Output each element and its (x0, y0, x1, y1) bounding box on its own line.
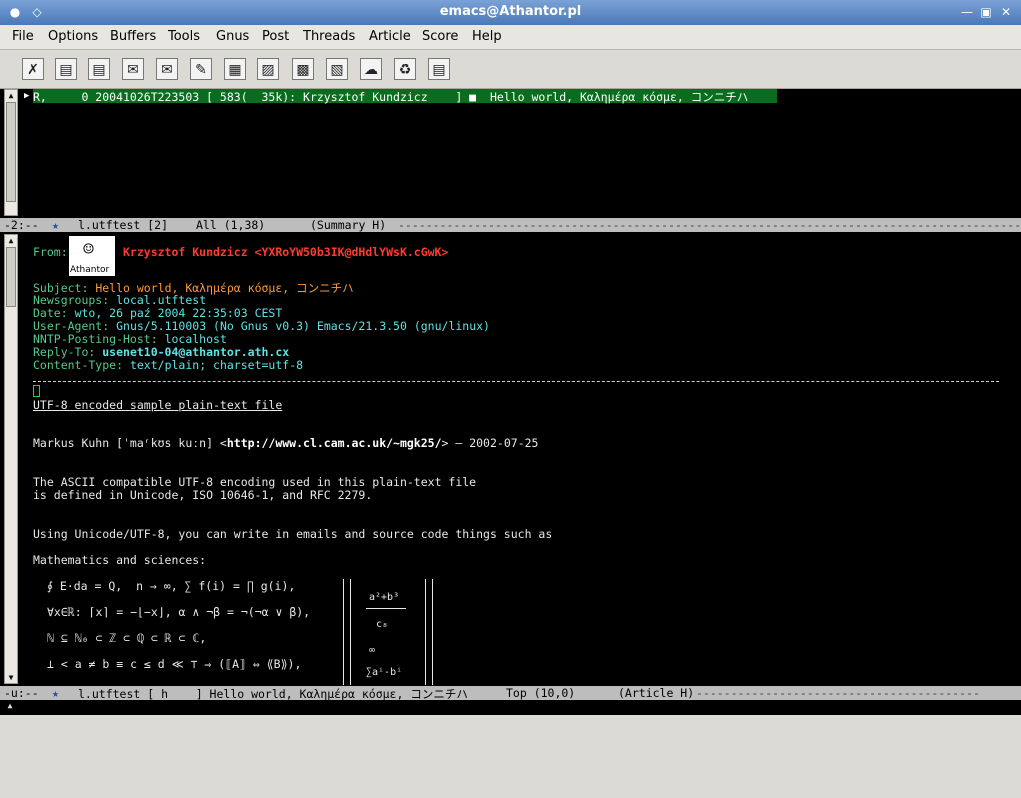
fraction-bar (366, 608, 406, 609)
gnus-icon: ★ (52, 218, 59, 232)
menu-article[interactable]: Article (369, 29, 411, 44)
menu-buffers[interactable]: Buffers (110, 29, 156, 44)
formula-sum: ∑aⁱ-bⁱ (366, 667, 403, 678)
math-line-2: ∀x∈ℝ: ⌈x⌉ = −⌊−x⌋, α ∧ ¬β = ¬(¬α ∨ β), (47, 605, 311, 619)
body-author: Markus Kuhn [ˈmaʳkʊs kuːn] <http://www.c… (33, 436, 539, 450)
x-face-avatar: ☺ Athantor (69, 236, 115, 276)
toolbar: ✗ ▤ ▤ ✉ ✉ ✎ ▦ ▨ ▩ ▧ ☁ ♻ ▤ (0, 50, 1021, 89)
minibuffer-scroll: ▲ (4, 700, 18, 715)
header-content-type: Content-Type: text/plain; charset=utf-8 (33, 358, 304, 372)
exit-icon[interactable]: ✗ (22, 58, 44, 80)
text-cursor (33, 385, 40, 397)
save-article-icon[interactable]: ▨ (257, 58, 279, 80)
save-mbox-icon[interactable]: ▩ (292, 58, 314, 80)
mail-reply-icon[interactable]: ✎ (190, 58, 212, 80)
from-value[interactable]: Krzysztof Kundzicz <YXRoYW50b3IK@dHdlYWs… (123, 245, 448, 259)
modeline-buffer-name[interactable]: l.utftest [2] (78, 218, 168, 232)
modeline-fill: ----------------------------------------… (398, 218, 1021, 232)
header-from: From: (33, 245, 68, 259)
modeline-mode[interactable]: (Summary H) (310, 218, 386, 232)
scroll-up-icon[interactable]: ▲ (4, 700, 16, 711)
close-icon[interactable]: ✕ (997, 3, 1015, 21)
modeline-status: -2:-- (4, 218, 39, 232)
math-line-4: ⊥ < a ≠ b ≡ c ≤ d ≪ ⊤ ⇒ (⟦A⟧ ⇔ ⟪B⟫), (47, 657, 302, 671)
summary-line[interactable]: R, 0 20041026T223503 [ 583( 35k): Krzysz… (33, 89, 777, 104)
maximize-icon[interactable]: ▣ (977, 3, 995, 21)
math-line-3: ℕ ⊆ ℕ₀ ⊂ ℤ ⊂ ℚ ⊂ ℝ ⊂ ℂ, (47, 631, 207, 645)
body-heading: UTF-8 encoded sample plain-text file (33, 398, 283, 412)
article-modeline: -u:-- ★ l.utftest [ h ] Hello world, Καλ… (0, 686, 1021, 701)
article-scrollbar[interactable]: ▲ ▼ (4, 234, 18, 684)
math-line-1: ∮ E⋅da = Q, n → ∞, ∑ f(i) = ∏ g(i), (47, 579, 296, 593)
bury-icon[interactable]: ♻ (394, 58, 416, 80)
modeline-status: -u:-- (4, 686, 39, 700)
face-icon: ☺ (83, 239, 94, 260)
thread-arrow-icon: ▶ (24, 91, 30, 101)
body-paragraph-1: The ASCII compatible UTF-8 encoding used… (33, 475, 477, 489)
body-paragraph-3: Using Unicode/UTF-8, you can write in em… (33, 527, 553, 541)
emacs-frame: ▲ ▶ R, 0 20041026T223503 [ 583( 35k): Kr… (0, 89, 1021, 715)
menu-tools[interactable]: Tools (168, 29, 200, 44)
minimize-icon[interactable]: — (958, 3, 976, 21)
header-separator (33, 381, 999, 382)
summary-scrollbar[interactable]: ▲ (4, 89, 18, 216)
scroll-up-icon[interactable]: ▲ (5, 90, 17, 101)
scroll-up-icon[interactable]: ▲ (5, 235, 17, 246)
menu-file[interactable]: File (12, 29, 34, 44)
header-newsgroups: Newsgroups: local.utftest (33, 293, 207, 307)
body-paragraph-2: is defined in Unicode, ISO 10646-1, and … (33, 488, 373, 502)
modeline-mode[interactable]: (Article H) (618, 686, 694, 700)
window-titlebar: ● ◇ emacs@Athantor.pl — ▣ ✕ (0, 0, 1021, 25)
reply-to-link[interactable]: usenet10-04@athantor.ath.cx (102, 345, 289, 359)
summary-modeline: -2:-- ★ l.utftest [2] All (1,38) (Summar… (0, 218, 1021, 232)
followup-icon[interactable]: ✉ (156, 58, 178, 80)
scroll-down-icon[interactable]: ▼ (5, 672, 17, 683)
header-reply-to: Reply-To: usenet10-04@athantor.ath.cx (33, 345, 290, 359)
author-url-link[interactable]: http://www.cl.cam.ac.uk/~mgk25/ (227, 436, 442, 450)
formula-infinity: ∞ (369, 645, 376, 656)
modeline-fill: ----------------------------------------… (696, 686, 980, 700)
get-news-icon[interactable]: ▤ (55, 58, 77, 80)
body-paragraph-4: Mathematics and sciences: (33, 553, 207, 567)
add-kill-icon[interactable]: ☁ (360, 58, 382, 80)
catchup-icon[interactable]: ▤ (88, 58, 110, 80)
header-user-agent: User-Agent: Gnus/5.110003 (No Gnus v0.3)… (33, 319, 490, 333)
post-article-icon[interactable]: ✉ (122, 58, 144, 80)
window-title: emacs@Athantor.pl (439, 4, 582, 19)
menu-gnus[interactable]: Gnus (216, 29, 249, 44)
formula-denominator: c₈ (376, 619, 389, 630)
modeline-position: All (1,38) (196, 218, 266, 232)
menu-options[interactable]: Options (48, 29, 98, 44)
menu-help[interactable]: Help (472, 29, 502, 44)
menu-post[interactable]: Post (262, 29, 289, 44)
formula-numerator: a²+b³ (369, 592, 400, 603)
uu-decode-icon[interactable]: ▦ (224, 58, 246, 80)
menu-score[interactable]: Score (422, 29, 458, 44)
header-date: Date: wto, 26 paź 2004 22:35:03 CEST (33, 306, 283, 320)
print-icon[interactable]: ▤ (428, 58, 450, 80)
gnus-icon: ★ (52, 686, 59, 700)
minibuffer[interactable]: ▲ (0, 700, 1021, 715)
article-scroll-thumb[interactable] (6, 247, 16, 307)
summary-scroll-thumb[interactable] (6, 102, 16, 202)
save-file-icon[interactable]: ▧ (326, 58, 348, 80)
menu-threads[interactable]: Threads (303, 29, 355, 44)
menu-bar: File Options Buffers Tools Gnus Post Thr… (0, 25, 1021, 50)
modeline-position: Top (10,0) (506, 686, 576, 700)
header-nntp-host: NNTP-Posting-Host: localhost (33, 332, 227, 346)
